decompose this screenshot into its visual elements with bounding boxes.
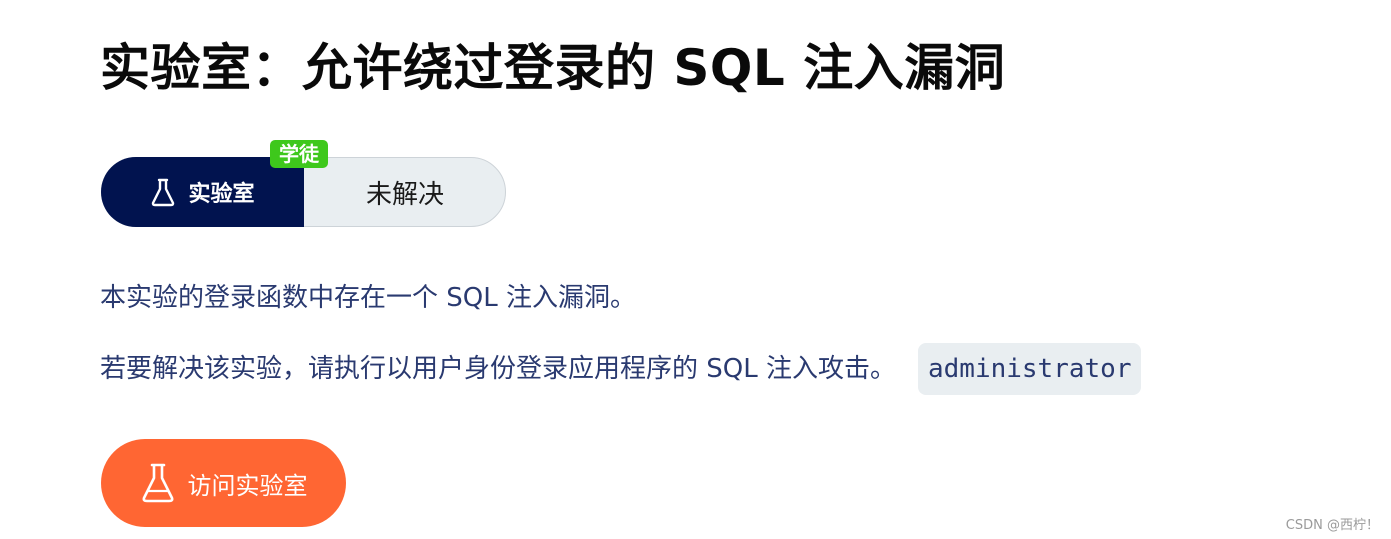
description-line-2-text: 若要解决该实验，请执行以用户身份登录应用程序的 SQL 注入攻击。 — [100, 354, 896, 384]
lab-status-widget: 学徒 实验室 未解决 — [101, 140, 506, 227]
access-lab-button-label: 访问实验室 — [187, 472, 308, 500]
flask-icon — [140, 461, 176, 505]
page-title: 实验室：允许绕过登录的 SQL 注入漏洞 — [100, 39, 1006, 97]
description-line-1: 本实验的登录函数中存在一个 SQL 注入漏洞。 — [100, 283, 636, 313]
lab-pill-label: 实验室 — [188, 182, 255, 207]
description-line-2: 若要解决该实验，请执行以用户身份登录应用程序的 SQL 注入攻击。 admini… — [100, 343, 1142, 395]
flask-icon — [150, 177, 176, 207]
flask-icon-svg — [142, 463, 173, 503]
access-lab-button[interactable]: 访问实验室 — [101, 439, 346, 527]
flask-icon-svg — [152, 178, 175, 207]
status-text: 未解决 — [365, 179, 444, 210]
level-badge: 学徒 — [270, 140, 328, 168]
username-code: administrator — [917, 343, 1142, 395]
watermark: CSDN @西柠！ — [1285, 518, 1379, 533]
